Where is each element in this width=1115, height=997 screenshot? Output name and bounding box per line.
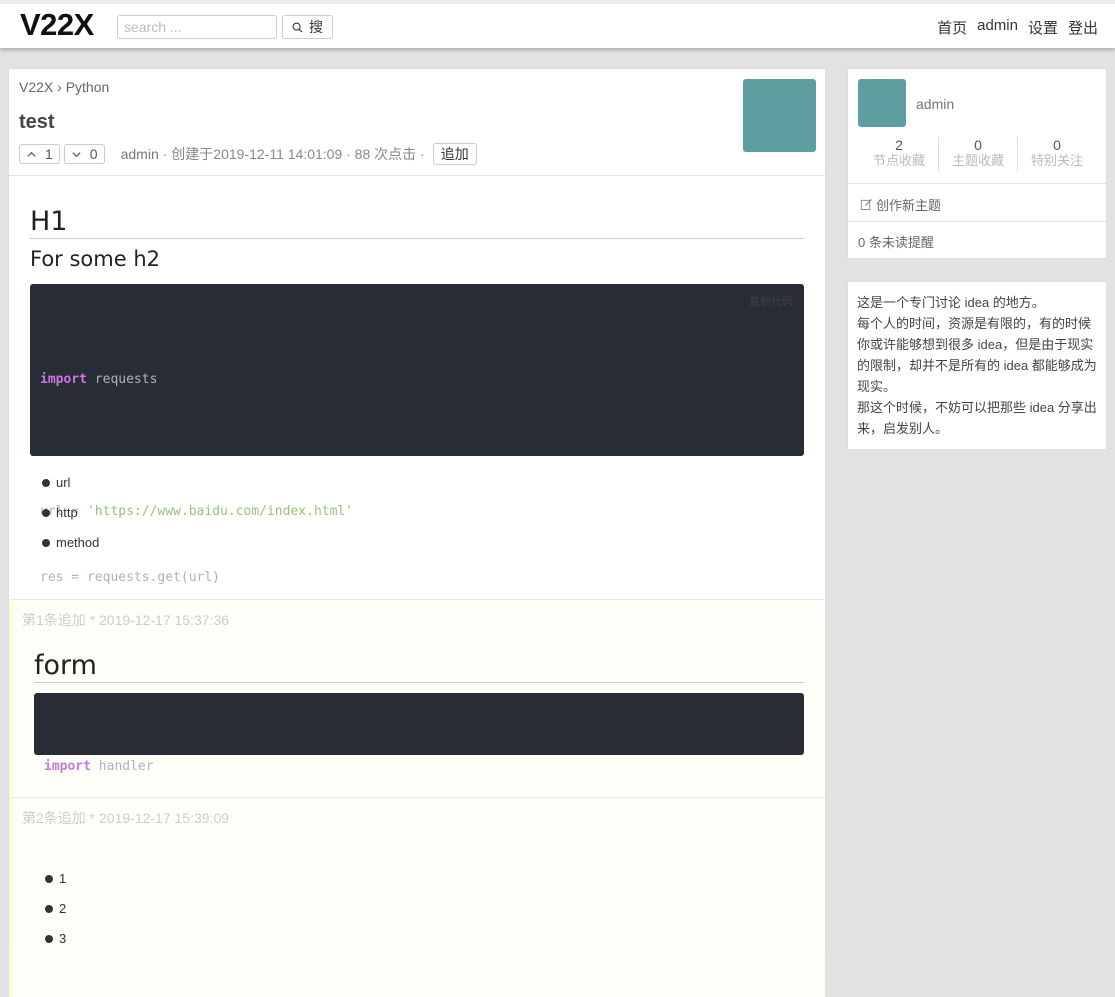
- stat-number: 0: [974, 137, 982, 153]
- search-button-label: 搜: [309, 19, 323, 35]
- create-topic-label: 创作新主题: [876, 198, 942, 213]
- code-line: import requests: [40, 372, 158, 387]
- nav-home[interactable]: 首页: [937, 17, 967, 38]
- content-heading-2: For some h2: [30, 247, 160, 271]
- user-panel: admin 2 节点收藏 0 主题收藏 0 特别关注 创作新主题 0 条未读提醒: [847, 68, 1107, 259]
- breadcrumb[interactable]: V22X › Python: [19, 79, 109, 95]
- intro-text: 这是一个专门讨论 idea 的地方。: [857, 295, 1045, 310]
- topic-title: test: [19, 111, 55, 133]
- user-avatar[interactable]: [858, 79, 906, 127]
- search-icon: [292, 22, 303, 33]
- stat-following[interactable]: 0 特别关注: [1017, 137, 1096, 171]
- stat-label: 节点收藏: [872, 153, 925, 168]
- user-stats: 2 节点收藏 0 主题收藏 0 特别关注: [860, 137, 1096, 171]
- stat-label: 特别关注: [1030, 153, 1083, 168]
- append-heading-1: form: [34, 650, 804, 683]
- user-name[interactable]: admin: [916, 96, 954, 112]
- downvote-count: 0: [89, 146, 98, 162]
- divider: [848, 221, 1106, 222]
- copy-code-button[interactable]: 复制代码: [749, 291, 793, 313]
- code-block: 复制代码 import requests url = 'https://www.…: [30, 284, 804, 717]
- list-item: 1: [45, 864, 825, 894]
- nav-user[interactable]: admin: [977, 17, 1018, 38]
- top-nav: 首页 admin 设置 登出: [937, 17, 1098, 38]
- search-button[interactable]: 搜: [282, 15, 333, 39]
- content-heading-1: H1: [30, 206, 804, 239]
- topic-content: H1 For some h2 复制代码 import requests url …: [9, 206, 825, 717]
- topic-header: V22X › Python test 1 0 admin · 创建于2019-1…: [9, 69, 825, 176]
- search-input[interactable]: [117, 15, 277, 39]
- downvote-button[interactable]: 0: [63, 144, 105, 164]
- intro-panel: 这是一个专门讨论 idea 的地方。 每个人的时间，资源是有限的，有的时候你或许…: [847, 281, 1107, 450]
- stat-number: 2: [895, 137, 903, 153]
- top-navbar: V22X 搜 首页 admin 设置 登出: [0, 0, 1115, 48]
- upvote-count: 1: [45, 146, 53, 162]
- append-code-block: import handler: [34, 693, 804, 774]
- list-item: url: [42, 468, 804, 498]
- edit-icon: [860, 198, 873, 211]
- topic-meta-text: · 创建于2019-12-11 14:01:09 · 88 次点击 ·: [162, 146, 425, 162]
- stat-number: 0: [1053, 137, 1061, 153]
- topic-author[interactable]: admin: [121, 146, 159, 162]
- nav-logout[interactable]: 登出: [1068, 17, 1098, 38]
- create-topic-link[interactable]: 创作新主题: [860, 195, 941, 214]
- list-item: method: [42, 528, 804, 558]
- code-line: import handler: [44, 759, 154, 774]
- append-section-1: 第1条追加 * 2019-12-17 15:37:36 form import …: [9, 599, 825, 797]
- site-logo[interactable]: V22X: [20, 7, 94, 43]
- append-header: 第2条追加 * 2019-12-17 15:39:09: [22, 810, 230, 826]
- topic-author-avatar[interactable]: [743, 79, 816, 152]
- upvote-button[interactable]: 1: [19, 144, 60, 164]
- append-list: 1 2 3: [13, 864, 825, 954]
- append-header: 第1条追加 * 2019-12-17 15:37:36: [22, 612, 230, 628]
- list-item: 3: [45, 924, 825, 954]
- topic-meta: 1 0 admin · 创建于2019-12-11 14:01:09 · 88 …: [19, 143, 477, 165]
- chevron-down-icon: [72, 151, 81, 157]
- topic-card: V22X › Python test 1 0 admin · 创建于2019-1…: [8, 68, 826, 997]
- nav-settings[interactable]: 设置: [1028, 17, 1058, 38]
- stat-label: 主题收藏: [951, 153, 1004, 168]
- chevron-up-icon: [27, 151, 36, 157]
- append-button[interactable]: 追加: [432, 143, 477, 165]
- list-item: 2: [45, 894, 825, 924]
- content-list: url http method: [30, 468, 804, 558]
- stat-node-favorites[interactable]: 2 节点收藏: [860, 137, 938, 171]
- append-section-2: 第2条追加 * 2019-12-17 15:39:09 1 2 3: [9, 797, 825, 997]
- unread-notifications[interactable]: 0 条未读提醒: [858, 232, 934, 251]
- code-line: res = requests.get(url): [40, 570, 221, 585]
- list-item: http: [42, 498, 804, 528]
- stat-topic-favorites[interactable]: 0 主题收藏: [938, 137, 1017, 171]
- divider: [848, 183, 1106, 184]
- intro-text: 每个人的时间，资源是有限的，有的时候你或许能够想到很多 idea，但是由于现实的…: [857, 316, 1097, 394]
- intro-text: 那这个时候，不妨可以把那些 idea 分享出来，启发别人。: [857, 400, 1097, 436]
